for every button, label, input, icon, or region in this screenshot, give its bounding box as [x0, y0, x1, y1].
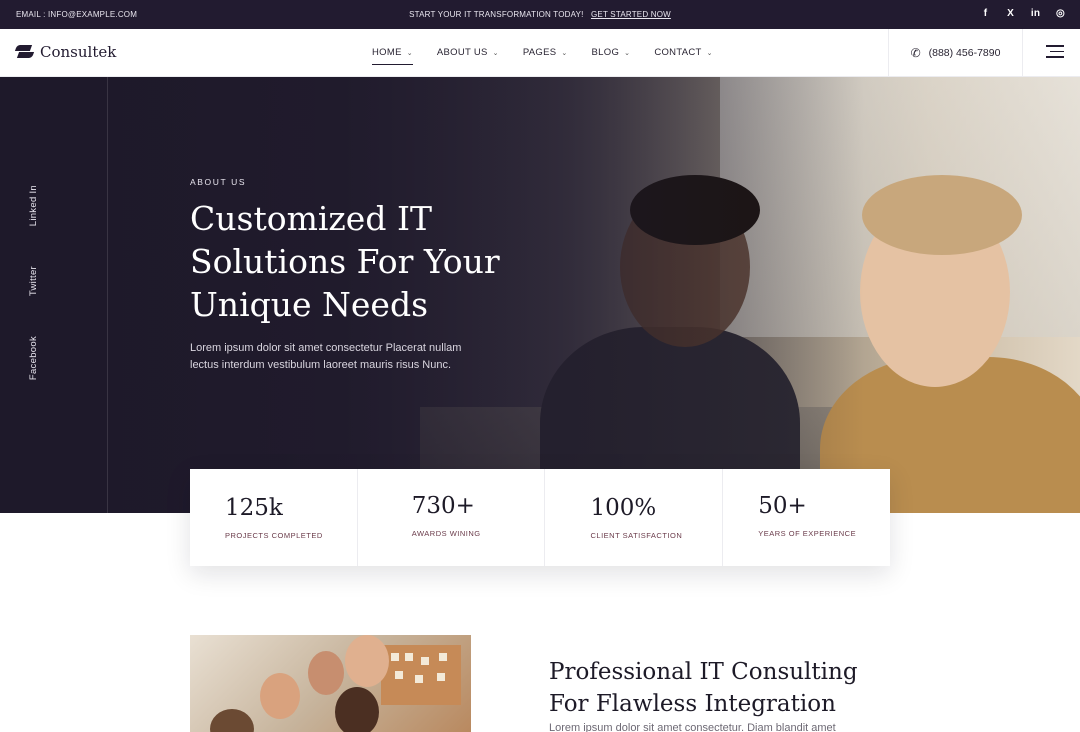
top-bar: EMAIL : INFO@EXAMPLE.COM START YOUR IT T… [0, 0, 1080, 29]
phone-icon: ✆ [910, 45, 921, 60]
side-link-facebook[interactable]: Facebook [28, 336, 50, 380]
chevron-down-icon: ⌄ [624, 50, 631, 57]
stat-value: 125k [225, 495, 283, 521]
stat-card: 50+ YEARS OF EXPERIENCE [723, 469, 890, 566]
instagram-icon[interactable]: ◎ [1055, 8, 1066, 19]
stat-card: 100% CLIENT SATISFACTION [545, 469, 724, 566]
hero-content: ABOUT US Customized IT Solutions For You… [190, 177, 510, 374]
nav-item-contact[interactable]: CONTACT ⌄ [654, 47, 712, 65]
x-twitter-icon[interactable]: X [1005, 8, 1016, 19]
side-link-twitter[interactable]: Twitter [28, 266, 50, 296]
main-menu: HOME ⌄ ABOUT US ⌄ PAGES ⌄ BLOG ⌄ CONTACT ⌄ [372, 47, 713, 65]
stat-value: 50+ [758, 493, 807, 519]
hero-overlay [0, 77, 1080, 513]
stat-label: CLIENT SATISFACTION [590, 531, 683, 540]
nav-item-blog[interactable]: BLOG ⌄ [592, 47, 631, 65]
nav-item-about-us[interactable]: ABOUT US ⌄ [437, 47, 499, 65]
facebook-icon[interactable]: f [980, 8, 991, 19]
side-social-links: Linked In Twitter Facebook [28, 185, 50, 380]
hero-title: Customized IT Solutions For Your Unique … [190, 199, 500, 324]
phone-number: (888) 456-7890 [928, 46, 1001, 59]
stat-card: 730+ AWARDS WINING [358, 469, 545, 566]
nav-item-label: CONTACT [654, 47, 702, 58]
stat-value: 730+ [411, 493, 475, 519]
hero-section: Linked In Twitter Facebook ABOUT US Cust… [0, 77, 1080, 513]
about-title: Professional IT Consulting For Flawless … [549, 659, 858, 717]
chevron-down-icon: ⌄ [406, 50, 413, 57]
nav-item-label: HOME [372, 47, 402, 58]
nav-item-label: BLOG [591, 47, 620, 58]
nav-item-pages[interactable]: PAGES ⌄ [523, 47, 568, 65]
nav-item-home[interactable]: HOME ⌄ [372, 47, 413, 65]
hero-description: Lorem ipsum dolor sit amet consectetur P… [190, 342, 462, 371]
nav-item-label: ABOUT US [436, 47, 488, 58]
about-team-image [190, 635, 471, 732]
get-started-link[interactable]: GET STARTED NOW [591, 10, 671, 19]
stat-value: 100% [590, 495, 657, 521]
promo-banner: START YOUR IT TRANSFORMATION TODAY! GET … [0, 10, 1080, 19]
stat-label: AWARDS WINING [411, 529, 481, 538]
phone-link[interactable]: ✆ (888) 456-7890 [888, 29, 1023, 76]
social-links: f X in ◎ [980, 8, 1066, 19]
nav-item-label: PAGES [522, 47, 557, 58]
logo-text: Consultek [40, 43, 117, 61]
stat-label: YEARS OF EXPERIENCE [758, 529, 857, 538]
chevron-down-icon: ⌄ [561, 50, 568, 57]
chevron-down-icon: ⌄ [706, 50, 713, 57]
logo-mark-icon [16, 43, 34, 61]
promo-text: START YOUR IT TRANSFORMATION TODAY! [409, 10, 584, 19]
stats-bar: 125k PROJECTS COMPLETED 730+ AWARDS WINI… [190, 469, 890, 566]
chevron-down-icon: ⌄ [492, 50, 499, 57]
hero-eyebrow: ABOUT US [190, 177, 247, 187]
side-link-linkedin[interactable]: Linked In [28, 185, 50, 226]
hamburger-menu-icon[interactable] [1046, 45, 1064, 59]
linkedin-icon[interactable]: in [1030, 8, 1041, 19]
main-navbar: Consultek HOME ⌄ ABOUT US ⌄ PAGES ⌄ BLOG ⌄ C… [0, 29, 1080, 77]
stat-label: PROJECTS COMPLETED [225, 531, 323, 540]
hero-divider [107, 77, 108, 513]
site-logo[interactable]: Consultek [16, 43, 116, 61]
about-description: Lorem ipsum dolor sit amet consectetur. … [549, 722, 836, 732]
stat-card: 125k PROJECTS COMPLETED [190, 469, 358, 566]
